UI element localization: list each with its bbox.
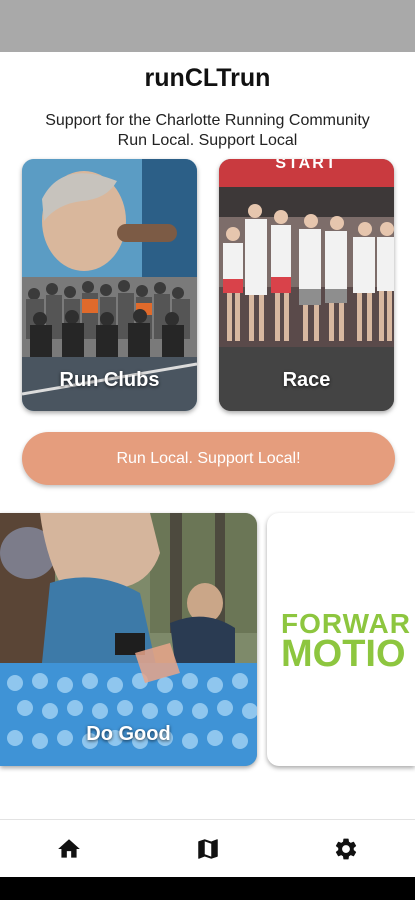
home-icon — [58, 839, 80, 858]
run-local-button[interactable]: Run Local. Support Local! — [22, 432, 395, 485]
do-good-card[interactable]: Do Good — [0, 513, 257, 766]
nav-map-button[interactable] — [193, 834, 223, 864]
tagline-line-2: Run Local. Support Local — [117, 132, 298, 149]
run-clubs-card[interactable]: Run Clubs — [22, 159, 197, 411]
race-start-banner: START — [275, 159, 338, 172]
do-good-label: Do Good — [86, 723, 171, 745]
status-bar — [0, 0, 415, 52]
run-clubs-label: Run Clubs — [59, 369, 160, 391]
app-title: runCLTrun — [144, 64, 271, 92]
forward-motion-logo: FORWAR MOTIO — [281, 609, 411, 675]
app-tagline: Support for the Charlotte Running Commun… — [0, 111, 415, 151]
nav-settings-button[interactable] — [331, 834, 361, 864]
forward-motion-card[interactable]: FORWAR MOTIO — [267, 513, 415, 766]
gear-icon — [335, 838, 357, 860]
bottom-navigation — [0, 819, 415, 877]
tagline-line-1: Support for the Charlotte Running Commun… — [45, 112, 370, 129]
race-label: Race — [282, 369, 331, 391]
system-navigation-bar — [0, 877, 415, 900]
map-icon — [198, 839, 218, 859]
nav-home-button[interactable] — [54, 834, 84, 864]
race-card[interactable]: START Race — [219, 159, 394, 411]
forward-motion-logo-line-2: MOTIO — [281, 633, 406, 675]
